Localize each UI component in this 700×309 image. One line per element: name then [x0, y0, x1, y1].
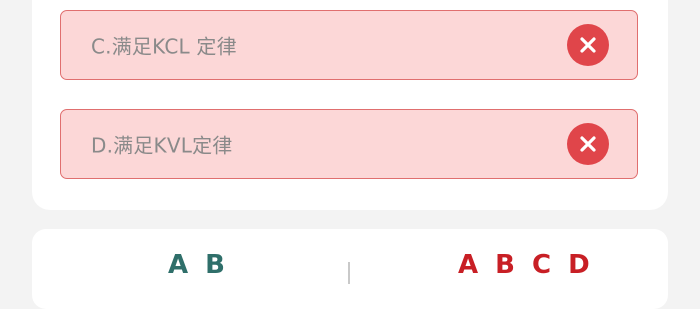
user-answer: A B [168, 250, 229, 280]
option-c-text: C.满足KCL 定律 [91, 34, 237, 59]
close-icon [567, 24, 609, 66]
option-d-text: D.满足KVL定律 [91, 133, 233, 158]
close-icon [567, 123, 609, 165]
close-glyph [580, 37, 596, 53]
correct-answer: A B C D [458, 250, 594, 280]
option-c[interactable]: C.满足KCL 定律 [60, 10, 638, 80]
answer-divider [348, 262, 350, 284]
close-glyph [580, 136, 596, 152]
option-d[interactable]: D.满足KVL定律 [60, 109, 638, 179]
